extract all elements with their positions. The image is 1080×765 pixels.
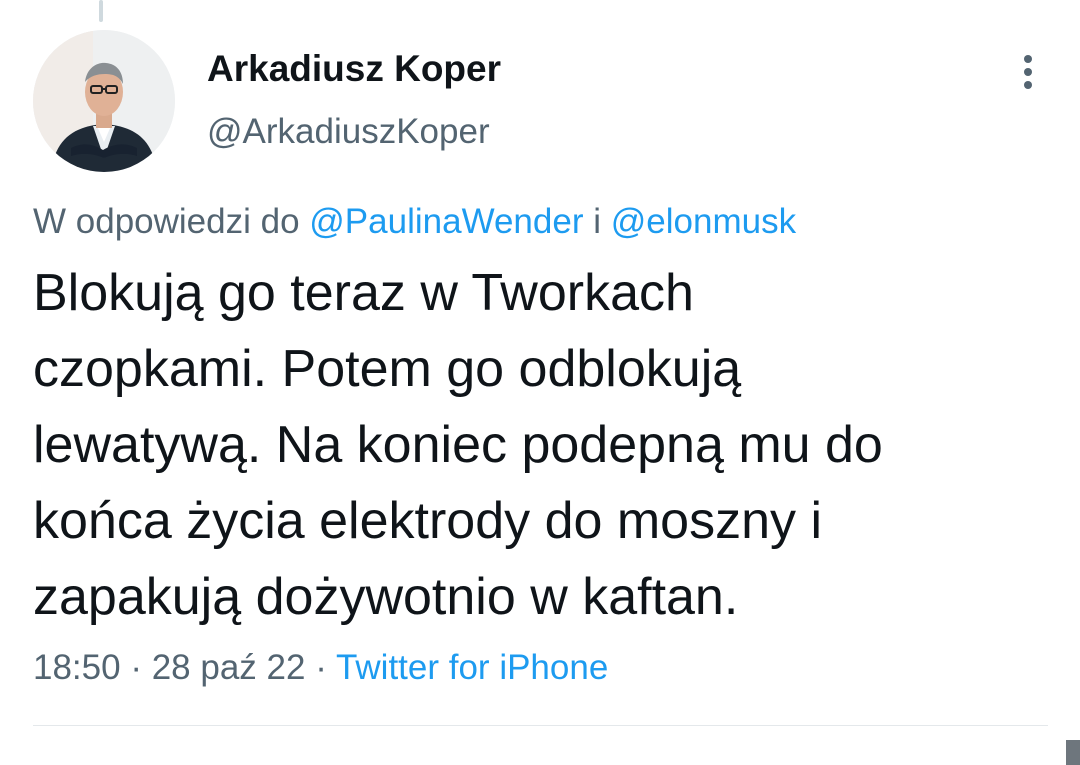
tweet-text: Blokują go teraz w Tworkach czopkami. Po… [33, 255, 1048, 635]
reply-context: W odpowiedzi do @PaulinaWender i @elonmu… [33, 202, 796, 242]
reply-context-conjunction: i [593, 202, 602, 241]
mention-link-elonmusk[interactable]: @elonmusk [611, 202, 796, 241]
avatar[interactable] [33, 30, 175, 172]
tweet-text-line: lewatywą. Na koniec podepną mu do [33, 416, 883, 474]
scrollbar-thumb[interactable] [1066, 740, 1080, 765]
thread-connector-line [99, 0, 103, 22]
tweet-source-link[interactable]: Twitter for iPhone [336, 648, 608, 687]
more-vertical-icon [1024, 55, 1032, 89]
author-display-name[interactable]: Arkadiusz Koper [207, 48, 501, 90]
meta-separator: · [315, 648, 327, 687]
tweet-text-line: Blokują go teraz w Tworkach [33, 264, 694, 322]
profile-photo-icon [33, 30, 175, 172]
divider [33, 725, 1048, 726]
meta-separator: · [130, 648, 142, 687]
reply-context-prefix: W odpowiedzi do [33, 202, 300, 241]
author-handle[interactable]: @ArkadiuszKoper [207, 112, 490, 152]
tweet-metadata: 18:50 · 28 paź 22 · Twitter for iPhone [33, 648, 608, 688]
tweet-text-line: czopkami. Potem go odblokują [33, 340, 742, 398]
tweet-text-line: zapakują dożywotnio w kaftan. [33, 568, 739, 626]
more-options-button[interactable] [1008, 52, 1048, 92]
mention-link-paulinawender[interactable]: @PaulinaWender [309, 202, 583, 241]
tweet-date[interactable]: 28 paź 22 [152, 648, 306, 687]
tweet-text-line: końca życia elektrody do moszny i [33, 492, 823, 550]
tweet-time[interactable]: 18:50 [33, 648, 121, 687]
